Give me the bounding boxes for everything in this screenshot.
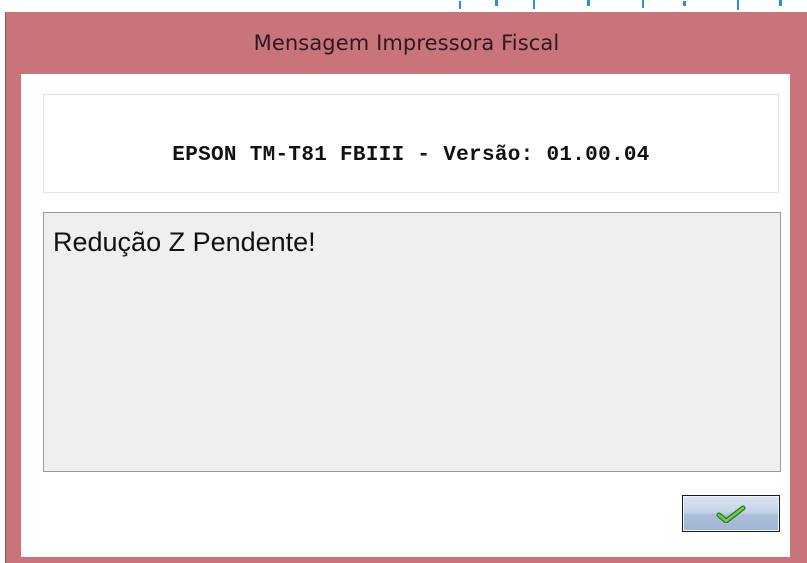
dialog-content: EPSON TM-T81 FBIII - Versão: 01.00.04 Re… bbox=[21, 74, 790, 557]
dialog-window: Mensagem Impressora Fiscal EPSON TM-T81 … bbox=[5, 12, 807, 563]
message-text: Redução Z Pendente! bbox=[53, 227, 316, 257]
check-icon bbox=[716, 505, 746, 523]
printer-version-label: EPSON TM-T81 FBIII - Versão: 01.00.04 bbox=[172, 144, 650, 167]
printer-info-panel: EPSON TM-T81 FBIII - Versão: 01.00.04 bbox=[43, 94, 779, 193]
window-title: Mensagem Impressora Fiscal bbox=[253, 31, 560, 55]
message-box: Redução Z Pendente! bbox=[43, 212, 781, 472]
background-strip bbox=[0, 0, 807, 12]
ok-button[interactable] bbox=[682, 495, 780, 532]
background-link-fragment bbox=[437, 0, 807, 12]
titlebar[interactable]: Mensagem Impressora Fiscal bbox=[6, 12, 807, 74]
